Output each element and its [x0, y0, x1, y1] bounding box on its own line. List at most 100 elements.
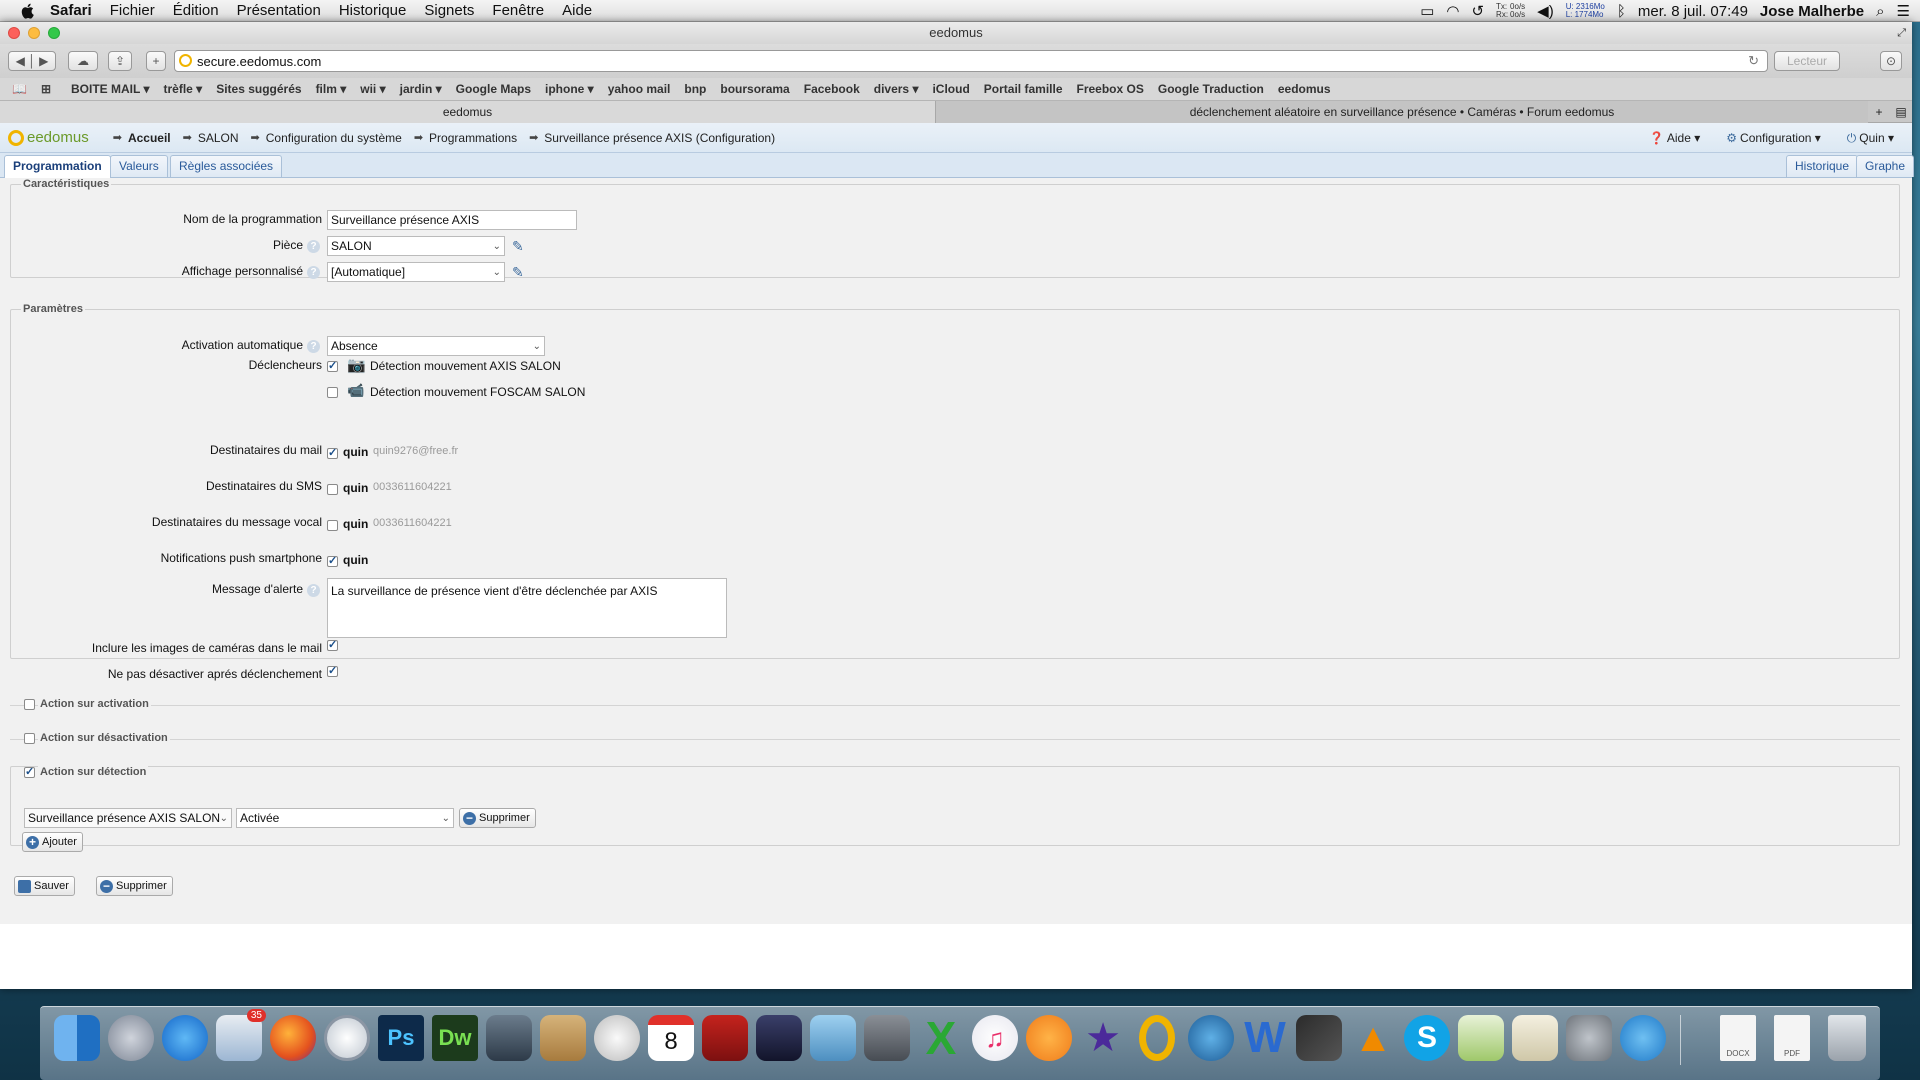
help-icon[interactable]: ?	[307, 240, 320, 253]
affichage-select[interactable]: [Automatique] ⌄	[327, 262, 505, 282]
volume-icon[interactable]: ◀)	[1537, 2, 1554, 20]
vlc-icon[interactable]: ▲	[1350, 1015, 1396, 1061]
message-textarea[interactable]: La surveillance de présence vient d'être…	[327, 578, 727, 638]
reload-icon[interactable]: ↻	[1748, 53, 1759, 69]
photoshop-icon[interactable]: Ps	[378, 1015, 424, 1061]
memory-monitor[interactable]: U: 2316Mo L: 1774Mo	[1566, 3, 1605, 19]
jailbreak-icon[interactable]	[594, 1015, 640, 1061]
save-button[interactable]: Sauver	[14, 876, 75, 896]
user-menu[interactable]: Jose Malherbe	[1760, 3, 1864, 20]
back-forward-buttons[interactable]: ◀ │ ▶	[8, 51, 56, 71]
bookmark-item[interactable]: trèfle ▾	[163, 82, 202, 96]
tab-regles-associees[interactable]: Règles associées	[170, 155, 283, 177]
notification-center-icon[interactable]: ☰	[1897, 2, 1910, 20]
system-preferences-icon[interactable]	[1566, 1015, 1612, 1061]
mail-checkbox[interactable]: ✓	[327, 448, 338, 459]
include-images-checkbox[interactable]: ✓	[327, 640, 338, 651]
facetime-icon[interactable]	[486, 1015, 532, 1061]
ibooks-icon[interactable]	[1026, 1015, 1072, 1061]
breadcrumb-accueil[interactable]: ➡ Accueil	[113, 131, 171, 145]
clock[interactable]: mer. 8 juil. 07:49	[1638, 3, 1748, 20]
push-checkbox[interactable]: ✓	[327, 556, 338, 567]
menu-aide[interactable]: Aide	[562, 2, 592, 19]
outlook-icon[interactable]	[1139, 1015, 1175, 1061]
time-machine-icon[interactable]: ↺	[1471, 2, 1484, 20]
breadcrumb-configuration[interactable]: ➡ Configuration du système	[251, 131, 402, 145]
tab-eedomus[interactable]: eedomus	[0, 101, 936, 123]
downloads-button[interactable]: ⊙	[1880, 51, 1902, 71]
bookmark-item[interactable]: boursorama	[720, 82, 789, 96]
network-monitor[interactable]: Tx: Rx: 0o/s 0o/s	[1496, 3, 1525, 19]
bookmark-item[interactable]: divers ▾	[874, 82, 919, 96]
zoom-window-button[interactable]	[48, 27, 60, 39]
imovie-icon[interactable]: ★	[1080, 1015, 1126, 1061]
final-cut-icon[interactable]	[1296, 1015, 1342, 1061]
menu-historique[interactable]: Historique	[339, 2, 407, 19]
launchpad-icon[interactable]	[108, 1015, 154, 1061]
bookmark-item[interactable]: yahoo mail	[608, 82, 671, 96]
menu-edition[interactable]: Édition	[173, 2, 219, 19]
textedit-icon[interactable]	[1512, 1015, 1558, 1061]
word-icon[interactable]: W	[1242, 1015, 1288, 1061]
apple-icon[interactable]	[18, 2, 38, 20]
reader-button[interactable]: Lecteur	[1774, 51, 1840, 71]
remove-action-button[interactable]: − Supprimer	[459, 808, 536, 828]
bookmark-item[interactable]: jardin ▾	[400, 82, 442, 96]
address-bar[interactable]: secure.eedomus.com ↻	[174, 50, 1768, 72]
app-store-icon[interactable]	[162, 1015, 208, 1061]
detection-state-select[interactable]: Activée ⌄	[236, 808, 454, 828]
bookmark-item[interactable]: film ▾	[316, 82, 347, 96]
fullscreen-icon[interactable]: ⤢	[1897, 22, 1906, 44]
mail-icon[interactable]: 35	[216, 1009, 266, 1061]
piece-select[interactable]: SALON ⌄	[327, 236, 505, 256]
detection-device-select[interactable]: Surveillance présence AXIS SALON ⌄	[24, 808, 232, 828]
preview-icon[interactable]	[864, 1015, 910, 1061]
edit-pencil-icon[interactable]: ✎	[512, 264, 524, 281]
add-action-button[interactable]: + Ajouter	[22, 832, 83, 852]
help-icon[interactable]: ?	[307, 340, 320, 353]
tab-overview-icon[interactable]: ▤	[1890, 101, 1912, 123]
maps-icon[interactable]	[1458, 1015, 1504, 1061]
bookmark-item[interactable]: Google Maps	[456, 82, 531, 96]
icloud-tabs-button[interactable]: ☁	[68, 51, 98, 71]
menu-signets[interactable]: Signets	[424, 2, 474, 19]
new-tab-plus-icon[interactable]: +	[1868, 101, 1890, 123]
user-logout-menu[interactable]: ⏻ Quin ▾	[1847, 131, 1894, 146]
spotlight-icon[interactable]: ⌕	[1876, 3, 1884, 20]
firefox-icon[interactable]	[270, 1015, 316, 1061]
photo-booth-icon[interactable]	[702, 1015, 748, 1061]
no-deactivate-checkbox[interactable]: ✓	[327, 666, 338, 677]
bookmark-item[interactable]: wii ▾	[360, 82, 385, 96]
action-desactivation-checkbox[interactable]	[24, 733, 35, 744]
bookmark-item[interactable]: bnp	[684, 82, 706, 96]
trigger-axis-checkbox[interactable]: ✓	[327, 361, 338, 372]
bookmark-item[interactable]: iCloud	[932, 82, 969, 96]
calendar-icon[interactable]: 8	[648, 1015, 694, 1061]
edit-pencil-icon[interactable]: ✎	[512, 238, 524, 255]
garageband-icon[interactable]	[756, 1015, 802, 1061]
menu-fichier[interactable]: Fichier	[110, 2, 155, 19]
top-sites-icon[interactable]: ⊞	[41, 82, 51, 96]
delete-button[interactable]: − Supprimer	[96, 876, 173, 896]
wifi-icon[interactable]: ◠	[1446, 2, 1459, 20]
bookmark-item[interactable]: eedomus	[1278, 82, 1331, 96]
minimize-window-button[interactable]	[28, 27, 40, 39]
contacts-icon[interactable]	[540, 1015, 586, 1061]
configuration-menu[interactable]: ⚙ Configuration ▾	[1726, 131, 1821, 145]
tab-historique[interactable]: Historique	[1786, 155, 1859, 177]
tab-valeurs[interactable]: Valeurs	[110, 155, 168, 177]
bookmark-item[interactable]: iphone ▾	[545, 82, 594, 96]
share-button[interactable]: ⇪	[108, 51, 132, 71]
bookmark-item[interactable]: Google Traduction	[1158, 82, 1264, 96]
teamviewer-icon[interactable]	[1620, 1015, 1666, 1061]
bluetooth-icon[interactable]: ᛒ	[1617, 3, 1626, 20]
close-window-button[interactable]	[8, 27, 20, 39]
pdf-file-icon[interactable]: PDF	[1774, 1015, 1810, 1061]
bookmark-item[interactable]: BOITE MAIL ▾	[71, 82, 149, 96]
menu-fenetre[interactable]: Fenêtre	[492, 2, 544, 19]
help-menu[interactable]: ❓ Aide ▾	[1649, 131, 1700, 145]
bookmark-item[interactable]: Freebox OS	[1077, 82, 1144, 96]
skype-icon[interactable]: S	[1404, 1015, 1450, 1061]
trigger-foscam-checkbox[interactable]	[327, 387, 338, 398]
itunes-alt-icon[interactable]	[1188, 1015, 1234, 1061]
